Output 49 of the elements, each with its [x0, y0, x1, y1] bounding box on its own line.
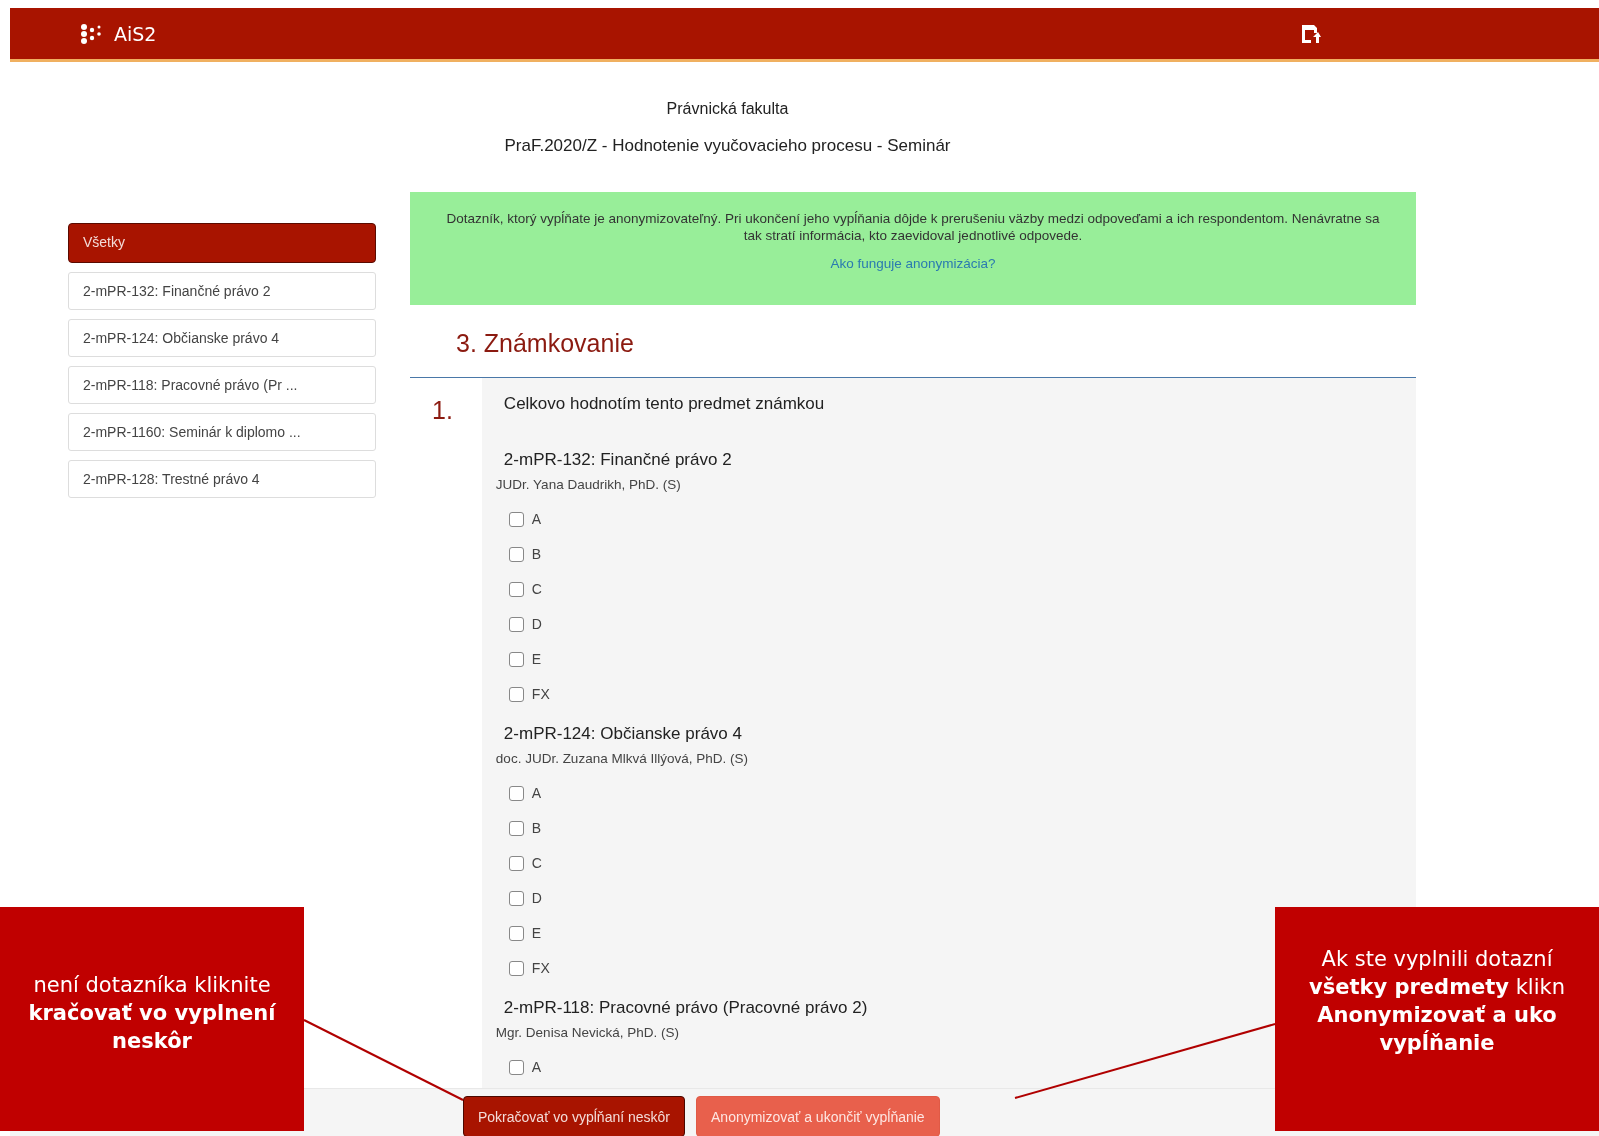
question-number: 1.	[431, 395, 454, 425]
callout-text: Ak ste vyplnili dotazní všetky predmety klikn Anonymizovať a uko vypĺňanie	[1309, 946, 1565, 1057]
checkbox[interactable]	[508, 652, 524, 667]
checkbox[interactable]	[508, 891, 524, 906]
option-label: D	[531, 890, 542, 906]
option-label: D	[531, 616, 542, 632]
subject-title: 2-mPR-124: Občianske právo 4	[503, 723, 742, 745]
checkbox[interactable]	[508, 1060, 524, 1075]
sidebar-item[interactable]: 2-mPR-118: Pracovné právo (Pr ...	[68, 366, 376, 404]
teacher-name: doc. JUDr. Zuzana Mlkvá Illýová, PhD. (S)	[495, 750, 748, 768]
checkbox[interactable]	[508, 786, 524, 801]
option-label: FX	[531, 960, 550, 976]
teacher-name: JUDr. Yana Daudrikh, PhD. (S)	[495, 476, 681, 494]
option-label: A	[531, 785, 542, 801]
checkbox[interactable]	[508, 687, 524, 702]
option-label: A	[531, 1059, 542, 1075]
option-label: FX	[531, 686, 550, 702]
faculty-name: Právnická fakulta	[665, 100, 790, 118]
question-text: Celkovo hodnotím tento predmet známkou	[503, 394, 825, 414]
option-label: A	[531, 511, 542, 527]
sidebar-item[interactable]: 2-mPR-124: Občianske právo 4	[68, 319, 376, 357]
callout-text: není dotazníka kliknite kračovať vo vyplnení neskôr	[28, 972, 276, 1055]
checkbox[interactable]	[508, 582, 524, 597]
exit-icon[interactable]	[1301, 23, 1321, 44]
checkbox[interactable]	[508, 547, 524, 562]
sidebar-item[interactable]: 2-mPR-1160: Seminár k diplomo ...	[68, 413, 376, 451]
section-heading: 3. Známkovanie	[456, 329, 635, 359]
survey-title: PraF.2020/Z - Hodnotenie vyučovacieho procesu - Seminár	[503, 136, 952, 156]
sidebar-item[interactable]: 2-mPR-132: Finančné právo 2	[68, 272, 376, 310]
logo-text: AiS2	[114, 22, 157, 45]
option-label: B	[531, 820, 542, 836]
continue-later-button[interactable]: Pokračovať vo vypĺňaní neskôr	[463, 1096, 685, 1136]
teacher-name: Mgr. Denisa Nevická, PhD. (S)	[495, 1024, 679, 1042]
sidebar-item[interactable]: 2-mPR-128: Trestné právo 4	[68, 460, 376, 498]
checkbox[interactable]	[508, 926, 524, 941]
option-label: E	[531, 925, 542, 941]
option-label: C	[531, 855, 542, 871]
checkbox[interactable]	[508, 821, 524, 836]
checkbox[interactable]	[508, 961, 524, 976]
subject-title: 2-mPR-132: Finančné právo 2	[503, 449, 732, 471]
sidebar-item[interactable]: Všetky	[68, 223, 376, 263]
checkbox[interactable]	[508, 856, 524, 871]
option-label: B	[531, 546, 542, 562]
subject-title: 2-mPR-118: Pracovné právo (Pracovné právo 2)	[503, 997, 868, 1019]
option-label: E	[531, 651, 542, 667]
notice-text: Dotazník, ktorý vypĺňate je anonymizovateľný. Pri ukončení jeho vypĺňania dôjde k prerušeniu väzby medzi odpoveďami a ich respondentom. Nenávratne sa tak stratí informácia, kto zaevidoval jednotlivé odpovede.	[446, 210, 1380, 244]
checkbox[interactable]	[508, 617, 524, 632]
option-label: C	[531, 581, 542, 597]
checkbox[interactable]	[508, 512, 524, 527]
